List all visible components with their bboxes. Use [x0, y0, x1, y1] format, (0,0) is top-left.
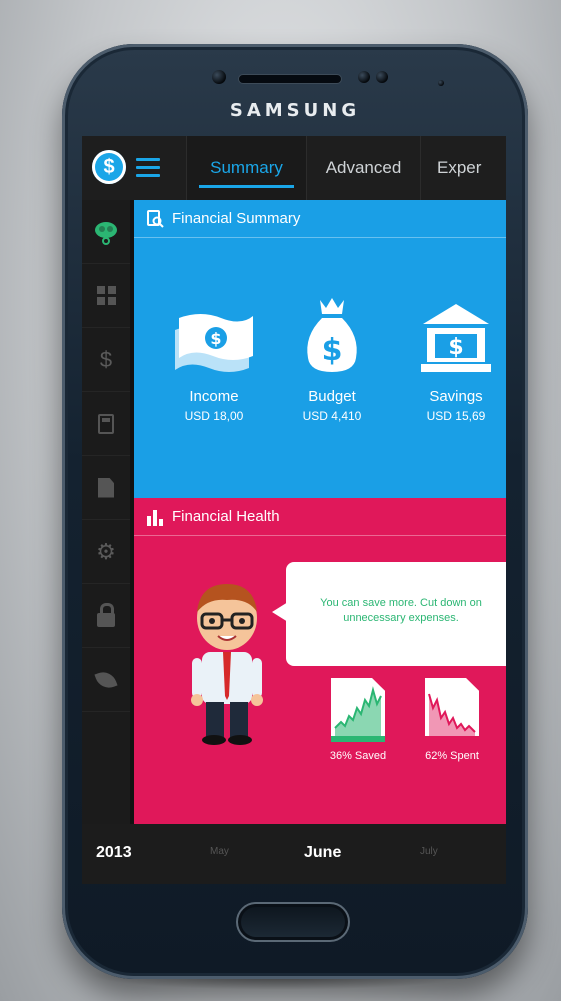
hamburger-menu-icon[interactable] [136, 158, 160, 178]
sidebar-item-calculator[interactable] [82, 392, 130, 456]
svg-text:$: $ [448, 335, 463, 360]
sidebar-item-settings[interactable]: ⚙ [82, 520, 130, 584]
led [438, 80, 444, 86]
sidebar-item-brain[interactable] [82, 200, 130, 264]
savings-value: USD 15,69 [426, 409, 486, 423]
tab-advanced[interactable]: Advanced [306, 136, 420, 200]
financial-summary-header: Financial Summary [134, 200, 506, 238]
brain-icon [95, 221, 117, 245]
gear-icon: ⚙ [96, 538, 116, 564]
front-camera [212, 70, 226, 84]
svg-text:$: $ [322, 333, 343, 368]
bank-icon: $ [421, 304, 491, 372]
money-bag-icon: $ [307, 298, 357, 372]
month-previous[interactable]: May [210, 846, 229, 857]
saved-bar [331, 736, 385, 742]
calculator-icon [98, 413, 114, 434]
sidebar: $ ⚙ [82, 200, 130, 824]
sidebar-item-dashboard[interactable] [82, 264, 130, 328]
app-logo-icon[interactable]: $ [92, 150, 126, 184]
saved-chart-icon [331, 678, 385, 742]
spent-indicator[interactable]: 62% Spent [420, 678, 484, 762]
budget-value: USD 4,410 [302, 409, 362, 423]
document-icon [98, 477, 114, 498]
year-label[interactable]: 2013 [96, 844, 132, 862]
spent-label: 62% Spent [425, 750, 479, 762]
tab-expenses[interactable]: Exper [420, 136, 506, 200]
financial-health-title: Financial Health [172, 508, 280, 525]
sensor [376, 71, 388, 83]
savings-stat[interactable]: $ Savings USD 15,69 [396, 296, 506, 423]
budget-label: Budget [308, 388, 356, 405]
financial-summary-panel: Financial Summary $ Income USD 18,00 $ B… [134, 200, 506, 498]
spent-bar [425, 736, 479, 742]
budget-stat[interactable]: $ Budget USD 4,410 [272, 296, 392, 423]
advice-speech-bubble: You can save more. Cut down on unnecessa… [272, 562, 506, 666]
phone-frame: SAMSUNG $ Summary Advanced Exper $ ⚙ Fin… [62, 44, 528, 979]
income-value: USD 18,00 [184, 409, 244, 423]
sidebar-item-eco[interactable] [82, 648, 130, 712]
leaf-icon [94, 667, 118, 692]
timeline-bar: 2013 May June July [82, 824, 506, 884]
earpiece [238, 74, 342, 84]
sidebar-item-security[interactable] [82, 584, 130, 648]
saved-label: 36% Saved [329, 750, 387, 762]
top-bar: $ Summary Advanced Exper [82, 136, 506, 200]
financial-health-panel: Financial Health You can save more. Cut … [134, 498, 506, 824]
spent-chart-icon [425, 678, 479, 742]
financial-health-header: Financial Health [134, 498, 506, 536]
logo-glyph: $ [103, 155, 115, 178]
money-icon: $ [175, 314, 253, 372]
saved-indicator[interactable]: 36% Saved [326, 678, 390, 762]
income-stat[interactable]: $ Income USD 18,00 [154, 296, 274, 423]
income-label: Income [189, 388, 239, 405]
home-button[interactable] [236, 902, 350, 942]
brand-label: SAMSUNG [229, 100, 361, 121]
lock-icon [97, 602, 115, 627]
sidebar-item-money[interactable]: $ [82, 328, 130, 392]
financial-summary-title: Financial Summary [172, 210, 301, 227]
svg-text:$: $ [210, 329, 221, 348]
grid-icon [96, 286, 116, 305]
sensor [358, 71, 370, 83]
dollar-icon: $ [99, 346, 113, 372]
tab-summary[interactable]: Summary [186, 136, 306, 200]
report-search-icon [147, 209, 164, 228]
month-next[interactable]: July [420, 846, 438, 857]
main-content: Financial Summary $ Income USD 18,00 $ B… [134, 200, 506, 824]
sidebar-item-reports[interactable] [82, 456, 130, 520]
month-current[interactable]: June [304, 844, 341, 862]
bar-chart-icon [147, 509, 163, 526]
savings-label: Savings [429, 388, 483, 405]
advisor-character-illustration [191, 584, 263, 745]
screen: $ Summary Advanced Exper $ ⚙ Financial S… [82, 136, 506, 884]
